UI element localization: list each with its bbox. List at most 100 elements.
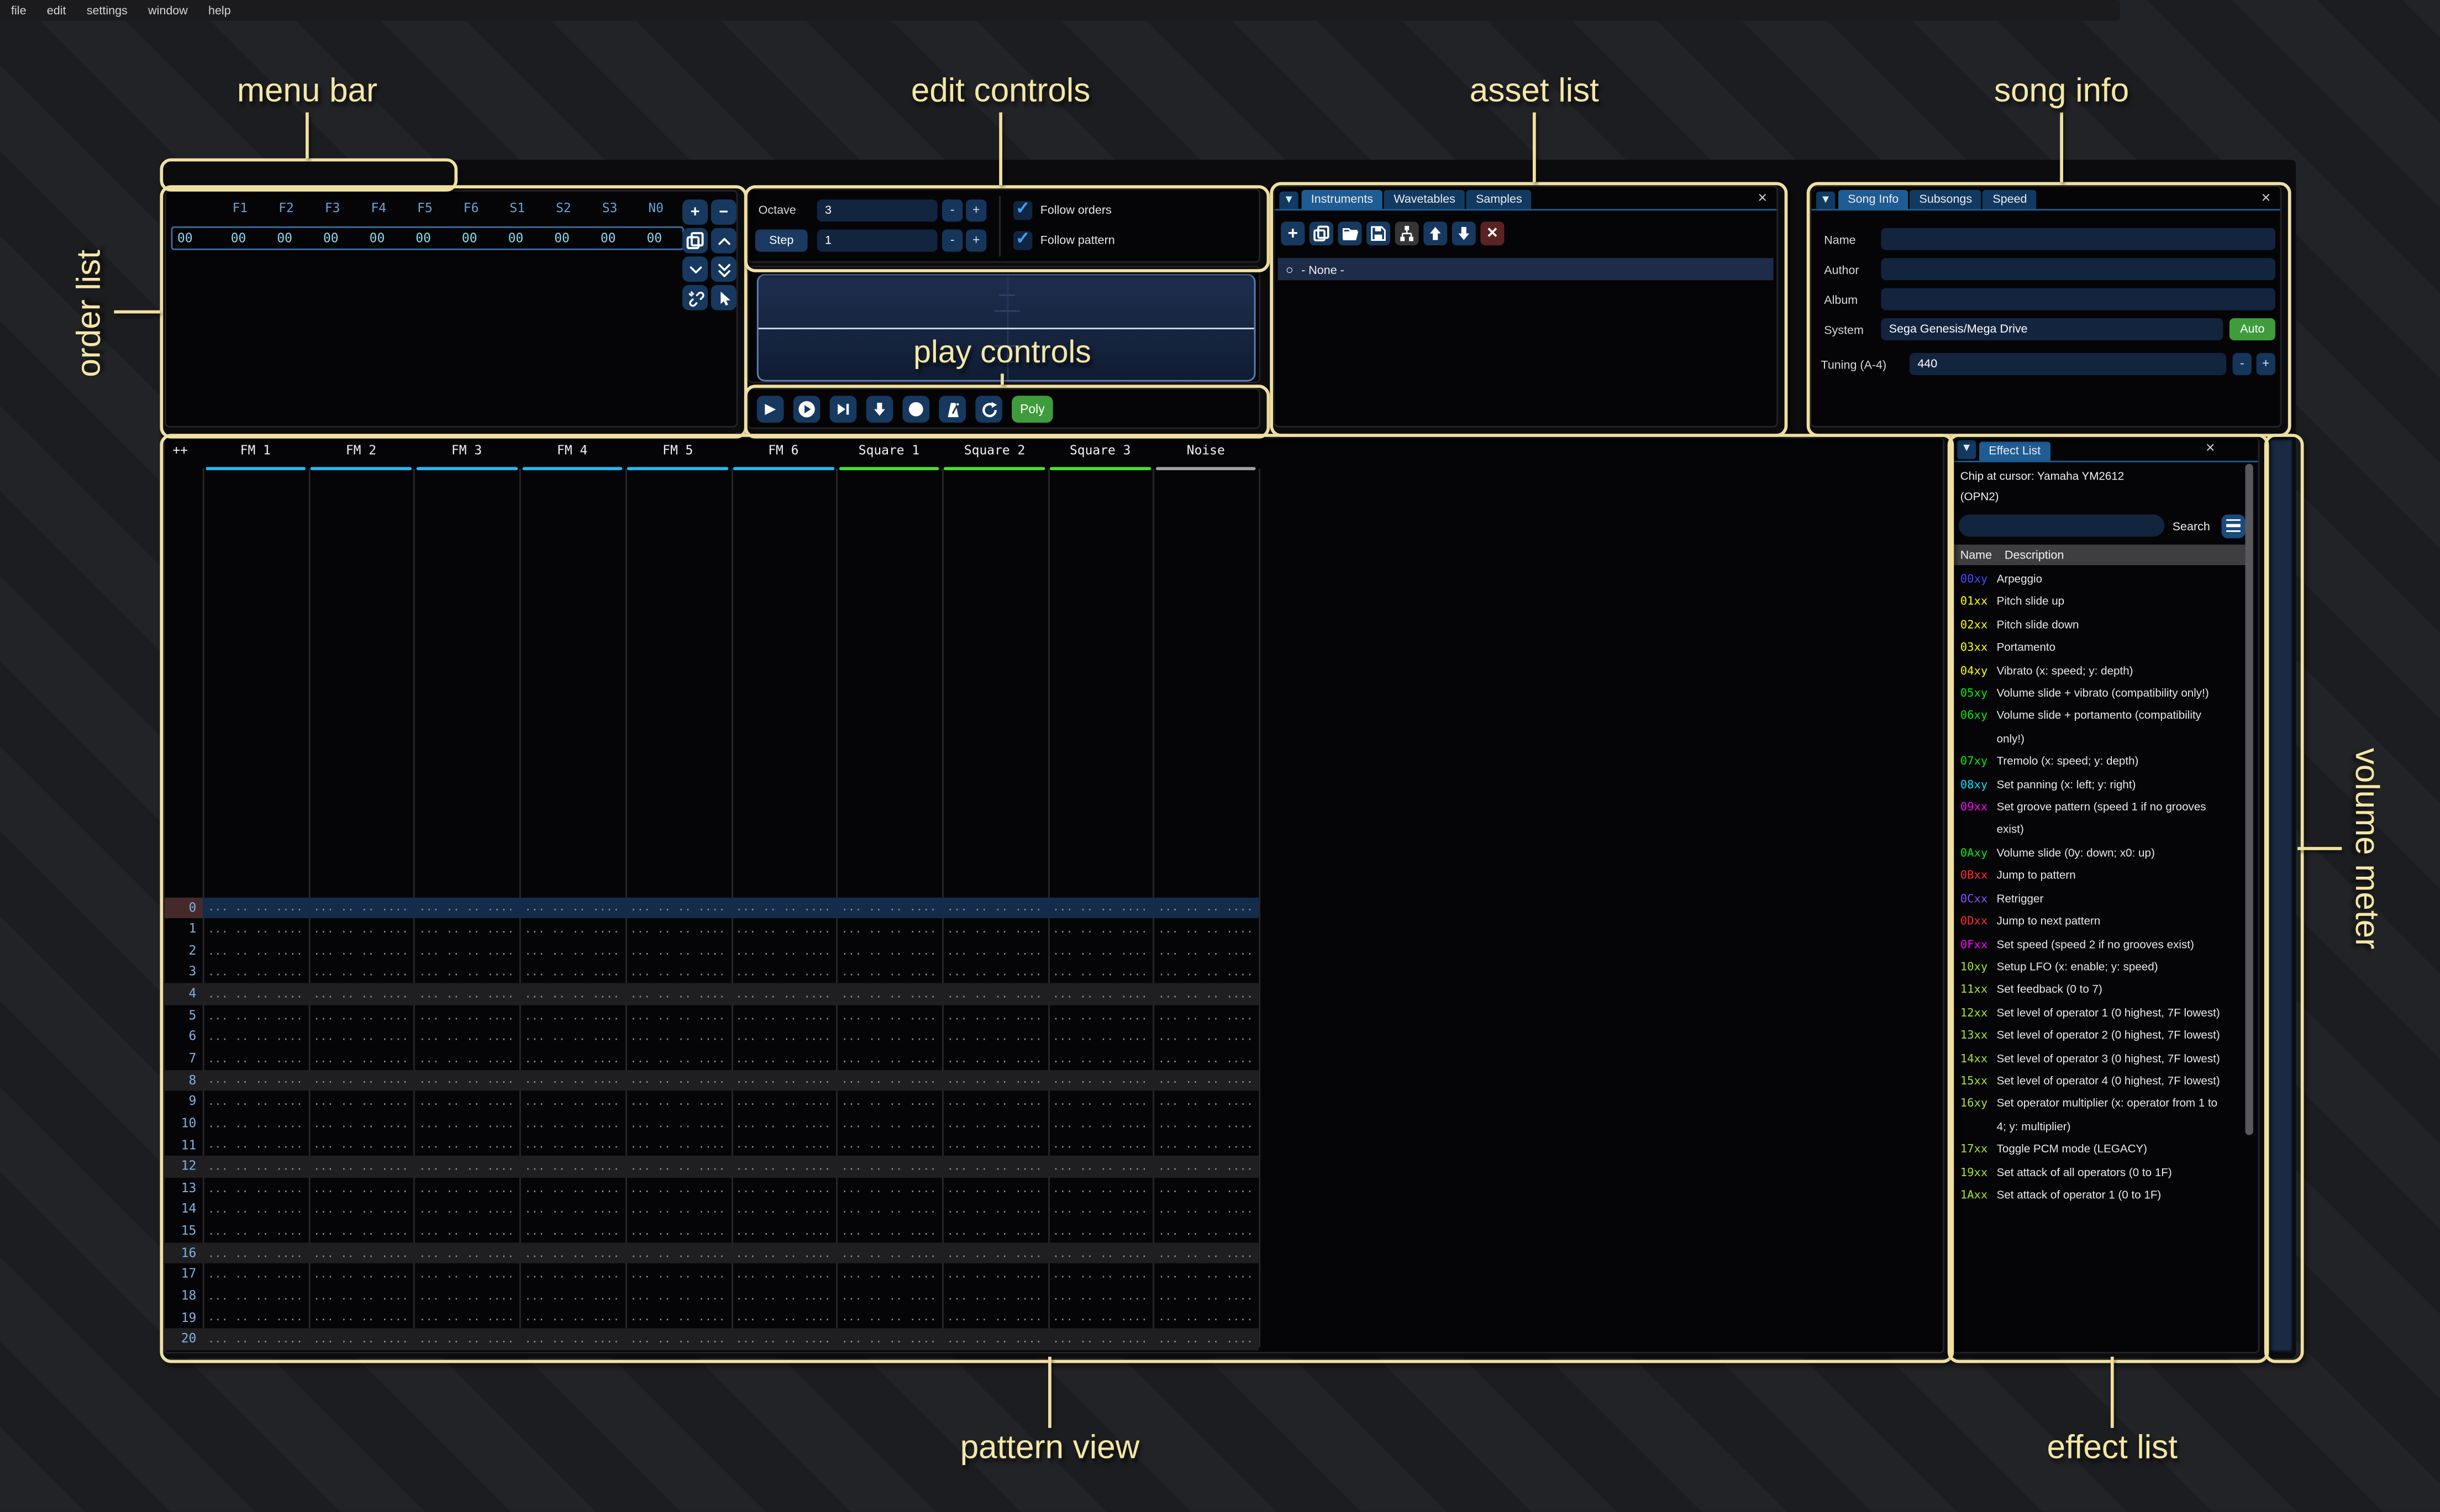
effect-row[interactable]: 09xx Set groove pattern (speed 1 if no g… [1952, 797, 2243, 842]
collapse-icon[interactable]: ▼ [1279, 191, 1298, 209]
pattern-cell[interactable]: ... .. .. .... [942, 1225, 1048, 1238]
asset-open-button[interactable] [1338, 222, 1361, 245]
tuning-minus-button[interactable]: - [2233, 353, 2252, 375]
metronome-button[interactable] [939, 396, 966, 423]
step-input[interactable]: 1 [817, 229, 938, 251]
pattern-cell[interactable]: ... .. .. .... [203, 988, 308, 1000]
pattern-cell[interactable]: ... .. .. .... [308, 1268, 414, 1281]
pattern-row[interactable]: 16... .. .. ....... .. .. ....... .. .. … [165, 1242, 1259, 1264]
pattern-cell[interactable]: ... .. .. .... [836, 1031, 942, 1044]
pattern-cell[interactable]: ... .. .. .... [836, 1117, 942, 1130]
pattern-cell[interactable]: ... .. .. .... [519, 1225, 625, 1238]
pattern-row[interactable]: 6... .. .. ....... .. .. ....... .. .. .… [165, 1026, 1259, 1048]
pattern-cell[interactable]: ... .. .. .... [308, 1052, 414, 1065]
order-cell[interactable]: 00 [400, 231, 446, 245]
pattern-cell[interactable]: ... .. .. .... [519, 1204, 625, 1216]
pattern-cell[interactable]: ... .. .. .... [836, 1182, 942, 1195]
pattern-row[interactable]: 15... .. .. ....... .. .. ....... .. .. … [165, 1221, 1259, 1242]
pattern-cell[interactable]: ... .. .. .... [942, 1009, 1048, 1022]
asset-move-down-button[interactable] [1452, 222, 1476, 245]
pattern-row[interactable]: 5... .. .. ....... .. .. ....... .. .. .… [165, 1005, 1259, 1026]
pattern-cell[interactable]: ... .. .. .... [414, 1074, 519, 1087]
pattern-row[interactable]: 4... .. .. ....... .. .. ....... .. .. .… [165, 983, 1259, 1005]
channel-header[interactable]: Square 1 [836, 443, 942, 457]
pattern-cell[interactable]: ... .. .. .... [1048, 945, 1153, 957]
pattern-cell[interactable]: ... .. .. .... [836, 945, 942, 957]
effect-row[interactable]: 19xx Set attack of all operators (0 to 1… [1952, 1161, 2243, 1184]
channel-header[interactable]: FM 6 [730, 443, 836, 457]
asset-save-button[interactable] [1366, 222, 1390, 245]
pattern-cell[interactable]: ... .. .. .... [836, 1074, 942, 1087]
pattern-cell[interactable]: ... .. .. .... [1153, 1052, 1259, 1065]
pattern-cell[interactable]: ... .. .. .... [836, 1009, 942, 1022]
pattern-cell[interactable]: ... .. .. .... [1048, 1182, 1153, 1195]
song-info-tab[interactable]: Subsongs [1910, 190, 1981, 210]
pattern-cell[interactable]: ... .. .. .... [1048, 1268, 1153, 1281]
pattern-cell[interactable]: ... .. .. .... [519, 988, 625, 1000]
pattern-cell[interactable]: ... .. .. .... [1153, 1333, 1259, 1346]
pattern-cell[interactable]: ... .. .. .... [625, 1009, 730, 1022]
pattern-row[interactable]: 13... .. .. ....... .. .. ....... .. .. … [165, 1178, 1259, 1199]
pattern-cell[interactable]: ... .. .. .... [1153, 966, 1259, 979]
pattern-cell[interactable]: ... .. .. .... [942, 1182, 1048, 1195]
pattern-cell[interactable]: ... .. .. .... [730, 1333, 836, 1346]
play-from-cursor-button[interactable] [830, 396, 857, 423]
collapse-icon[interactable]: ▼ [1816, 191, 1835, 209]
pattern-expand-button[interactable]: ++ [172, 443, 188, 457]
pattern-row[interactable]: 18... .. .. ....... .. .. ....... .. .. … [165, 1286, 1259, 1307]
pattern-cell[interactable]: ... .. .. .... [414, 1009, 519, 1022]
pattern-cell[interactable]: ... .. .. .... [203, 1095, 308, 1108]
pattern-cell[interactable]: ... .. .. .... [730, 1204, 836, 1216]
pattern-cell[interactable]: ... .. .. .... [414, 1031, 519, 1044]
pattern-cell[interactable]: ... .. .. .... [625, 901, 730, 914]
pattern-cell[interactable]: ... .. .. .... [625, 1268, 730, 1281]
pattern-cell[interactable]: ... .. .. .... [1153, 1225, 1259, 1238]
pattern-row[interactable]: 3... .. .. ....... .. .. ....... .. .. .… [165, 962, 1259, 983]
pattern-cell[interactable]: ... .. .. .... [625, 1247, 730, 1260]
pattern-cell[interactable]: ... .. .. .... [414, 901, 519, 914]
pattern-cell[interactable]: ... .. .. .... [1153, 1268, 1259, 1281]
pattern-cell[interactable]: ... .. .. .... [730, 1117, 836, 1130]
pattern-cell[interactable]: ... .. .. .... [836, 1225, 942, 1238]
pattern-cell[interactable]: ... .. .. .... [519, 1182, 625, 1195]
pattern-cell[interactable]: ... .. .. .... [308, 923, 414, 936]
pattern-cell[interactable]: ... .. .. .... [730, 1182, 836, 1195]
effect-row[interactable]: 0Fxx Set speed (speed 2 if no grooves ex… [1952, 933, 2243, 956]
order-move-up-button[interactable] [711, 228, 737, 254]
pattern-cell[interactable]: ... .. .. .... [942, 1052, 1048, 1065]
pattern-cell[interactable]: ... .. .. .... [1048, 1074, 1153, 1087]
pattern-cell[interactable]: ... .. .. .... [203, 1225, 308, 1238]
collapse-icon[interactable]: ▼ [1957, 440, 1976, 459]
pattern-cell[interactable]: ... .. .. .... [519, 1290, 625, 1303]
asset-tab[interactable]: Samples [1466, 190, 1532, 210]
pattern-cell[interactable]: ... .. .. .... [836, 923, 942, 936]
pattern-cell[interactable]: ... .. .. .... [1153, 901, 1259, 914]
song-info-tab[interactable]: Speed [1983, 190, 2037, 210]
effect-row[interactable]: 12xx Set level of operator 1 (0 highest,… [1952, 1002, 2243, 1024]
pattern-cell[interactable]: ... .. .. .... [836, 1139, 942, 1151]
pattern-cell[interactable]: ... .. .. .... [942, 1139, 1048, 1151]
pattern-cell[interactable]: ... .. .. .... [308, 1225, 414, 1238]
pattern-cell[interactable]: ... .. .. .... [414, 1139, 519, 1151]
pattern-cell[interactable]: ... .. .. .... [414, 1268, 519, 1281]
pattern-cell[interactable]: ... .. .. .... [414, 1204, 519, 1216]
effect-row[interactable]: 01xx Pitch slide up [1952, 591, 2243, 614]
pattern-row[interactable]: 8... .. .. ....... .. .. ....... .. .. .… [165, 1070, 1259, 1091]
system-input[interactable]: Sega Genesis/Mega Drive [1881, 318, 2223, 340]
pattern-cell[interactable]: ... .. .. .... [942, 1031, 1048, 1044]
pattern-cell[interactable]: ... .. .. .... [1153, 945, 1259, 957]
order-cell[interactable]: 00 [585, 231, 632, 245]
pattern-cell[interactable]: ... .. .. .... [625, 1161, 730, 1173]
effect-row[interactable]: 02xx Pitch slide down [1952, 614, 2243, 636]
pattern-cell[interactable]: ... .. .. .... [414, 966, 519, 979]
album-input[interactable] [1881, 288, 2275, 310]
asset-list-item[interactable]: ○ - None - [1278, 258, 1774, 280]
pattern-cell[interactable]: ... .. .. .... [203, 1182, 308, 1195]
pattern-cell[interactable]: ... .. .. .... [942, 1161, 1048, 1173]
pattern-cell[interactable]: ... .. .. .... [308, 988, 414, 1000]
pattern-cell[interactable]: ... .. .. .... [519, 1052, 625, 1065]
close-icon[interactable]: × [2262, 189, 2271, 207]
pattern-cell[interactable]: ... .. .. .... [836, 1333, 942, 1346]
pattern-cell[interactable]: ... .. .. .... [625, 1333, 730, 1346]
pattern-cell[interactable]: ... .. .. .... [308, 1161, 414, 1173]
